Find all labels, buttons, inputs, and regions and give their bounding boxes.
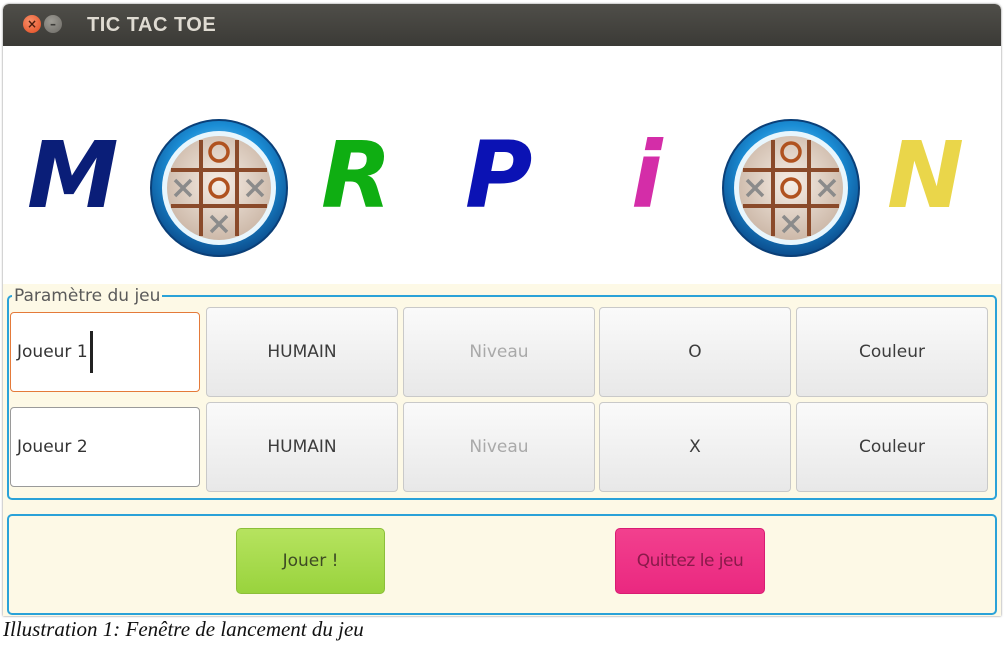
close-icon[interactable]: × (23, 15, 41, 33)
player1-name-field[interactable]: Joueur 1 (10, 312, 200, 392)
actions-group (7, 514, 997, 615)
text-caret (89, 331, 93, 373)
tic-tac-toe-logo-icon (150, 119, 288, 257)
quit-button[interactable]: Quittez le jeu (615, 528, 765, 594)
player1-color-button[interactable]: Couleur (796, 307, 988, 397)
player1-level-button[interactable]: Niveau (403, 307, 595, 397)
player1-name-value: Joueur 1 (17, 342, 88, 362)
player1-symbol-button[interactable]: O (599, 307, 791, 397)
title-bar[interactable]: × – TIC TAC TOE (3, 4, 1001, 46)
play-button[interactable]: Jouer ! (236, 528, 385, 594)
banner-letter-p: P (465, 122, 533, 229)
banner-letter-i: i (631, 122, 663, 229)
player2-color-button[interactable]: Couleur (796, 402, 988, 492)
morpion-banner: M R P i N (3, 46, 1001, 284)
window-title: TIC TAC TOE (87, 14, 217, 36)
player2-name-field[interactable]: Joueur 2 (10, 407, 200, 487)
banner-letter-r: R (321, 122, 392, 229)
player1-type-button[interactable]: HUMAIN (206, 307, 398, 397)
minimize-icon[interactable]: – (44, 15, 62, 33)
banner-letter-m: M (27, 122, 119, 229)
settings-legend: Paramètre du jeu (12, 286, 163, 306)
tic-tac-toe-logo-icon (722, 119, 860, 257)
player2-symbol-button[interactable]: X (599, 402, 791, 492)
player2-type-button[interactable]: HUMAIN (206, 402, 398, 492)
player2-level-button[interactable]: Niveau (403, 402, 595, 492)
player2-name-value: Joueur 2 (17, 437, 88, 457)
banner-letter-n: N (887, 122, 964, 229)
figure-caption: Illustration 1: Fenêtre de lancement du … (3, 617, 364, 641)
game-window: × – TIC TAC TOE M R P i N Paramètre du j… (3, 4, 1001, 616)
